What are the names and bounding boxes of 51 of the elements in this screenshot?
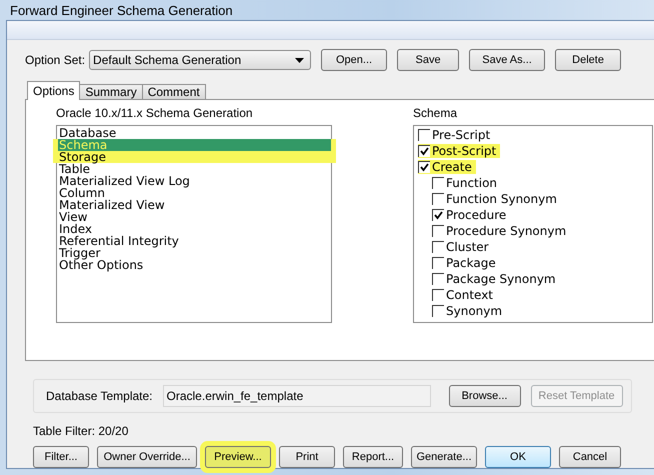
category-item[interactable]: Table xyxy=(58,163,331,175)
tab[interactable]: Comment xyxy=(142,84,206,100)
dropdown-caret-icon xyxy=(295,58,304,62)
category-item[interactable]: Storage xyxy=(58,151,331,163)
template-field[interactable]: Oracle.erwin_fe_template xyxy=(162,385,431,407)
schema-option[interactable]: Package Synonym xyxy=(432,272,556,286)
option-set-button[interactable]: Save As... xyxy=(469,49,546,71)
dialog-button[interactable]: Filter... xyxy=(33,446,89,468)
schema-option[interactable]: Package xyxy=(432,256,496,270)
schema-option[interactable]: Cluster xyxy=(432,240,489,254)
tab[interactable]: Options xyxy=(27,81,80,100)
dialog-button[interactable]: Generate... xyxy=(411,446,477,468)
schema-option[interactable]: Context xyxy=(432,288,494,302)
option-set-button[interactable]: Save xyxy=(397,49,460,71)
category-item[interactable]: Other Options xyxy=(58,259,331,271)
schema-list-title: Schema xyxy=(413,106,458,120)
option-set-dropdown[interactable]: Default Schema Generation xyxy=(89,50,312,70)
schema-option[interactable]: Procedure xyxy=(432,208,506,222)
category-item[interactable]: Referential Integrity xyxy=(58,235,331,247)
category-item[interactable]: Trigger xyxy=(58,247,331,259)
dialog-button[interactable]: Print xyxy=(279,446,335,468)
checkbox[interactable] xyxy=(418,129,430,141)
checkbox[interactable] xyxy=(418,145,430,157)
category-list-title: Oracle 10.x/11.x Schema Generation xyxy=(56,106,254,120)
dialog-button[interactable]: OK xyxy=(485,446,551,468)
option-set-label: Option Set: xyxy=(25,53,86,67)
category-item[interactable]: Index xyxy=(58,223,331,235)
category-item[interactable]: Database xyxy=(58,127,331,139)
schema-option[interactable]: Function xyxy=(432,176,498,190)
template-button[interactable]: Browse... xyxy=(448,385,521,407)
dialog-button[interactable]: Cancel xyxy=(559,446,621,468)
schema-option[interactable]: Function Synonym xyxy=(432,192,557,206)
check-icon xyxy=(434,211,443,220)
schema-option[interactable]: Create xyxy=(418,160,476,174)
category-item[interactable]: View xyxy=(58,211,331,223)
tab[interactable]: Summary xyxy=(79,84,143,100)
checkbox[interactable] xyxy=(418,161,430,173)
category-item[interactable]: Column xyxy=(58,187,331,199)
table-filter-text: Table Filter: 20/20 xyxy=(33,424,130,438)
template-label: Database Template: xyxy=(46,389,153,403)
schema-option[interactable]: Pre-Script xyxy=(418,128,490,142)
option-set-button[interactable]: Open... xyxy=(321,49,388,71)
category-item[interactable]: Materialized View Log xyxy=(58,175,331,187)
schema-option[interactable]: Synonym xyxy=(432,304,502,318)
dialog-button[interactable]: Owner Override... xyxy=(97,446,197,468)
window-title: Forward Engineer Schema Generation xyxy=(9,2,234,20)
option-set-button[interactable]: Delete xyxy=(555,49,622,71)
schema-option[interactable]: Procedure Synonym xyxy=(432,224,566,238)
schema-option[interactable]: Post-Script xyxy=(418,144,500,158)
category-item[interactable]: Materialized View xyxy=(58,199,331,211)
dialog-button[interactable]: Report... xyxy=(343,446,403,468)
